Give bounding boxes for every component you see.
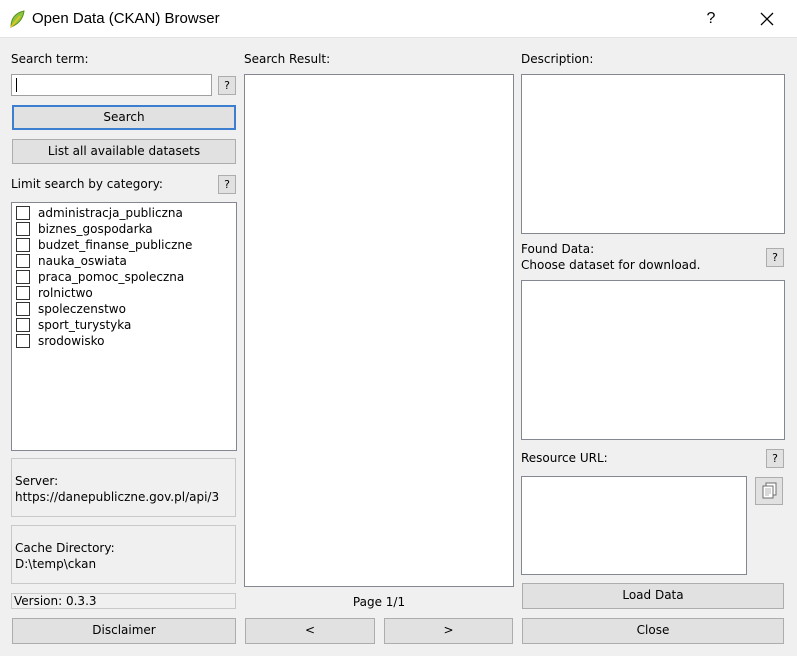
- cache-directory-group: Cache Directory: D:\temp\ckan: [11, 525, 236, 584]
- help-title-button[interactable]: ?: [700, 6, 722, 32]
- found-data-list[interactable]: [521, 280, 785, 440]
- category-checkbox[interactable]: [16, 254, 30, 268]
- category-item-label: spoleczenstwo: [38, 302, 126, 316]
- found-data-hint: Choose dataset for download.: [521, 258, 701, 272]
- category-help-button[interactable]: ?: [218, 175, 236, 194]
- found-data-label: Found Data:: [521, 242, 595, 256]
- category-checkbox[interactable]: [16, 318, 30, 332]
- category-label: Limit search by category:: [11, 177, 163, 191]
- previous-page-button[interactable]: <: [245, 618, 375, 644]
- category-checkbox[interactable]: [16, 238, 30, 252]
- window-title: Open Data (CKAN) Browser: [32, 10, 220, 27]
- category-item-label: rolnictwo: [38, 286, 93, 300]
- list-all-datasets-button[interactable]: List all available datasets: [12, 139, 236, 164]
- server-group: Server: https://danepubliczne.gov.pl/api…: [11, 458, 236, 517]
- search-result-list[interactable]: [244, 74, 514, 587]
- description-label: Description:: [521, 52, 594, 66]
- category-item-label: administracja_publiczna: [38, 206, 183, 220]
- search-result-label: Search Result:: [244, 52, 331, 66]
- category-checkbox[interactable]: [16, 270, 30, 284]
- cache-directory-label: Cache Directory:: [15, 541, 115, 555]
- category-item-label: nauka_oswiata: [38, 254, 127, 268]
- load-data-button[interactable]: Load Data: [522, 583, 784, 609]
- description-box[interactable]: [521, 74, 785, 234]
- title-bar: Open Data (CKAN) Browser ?: [0, 0, 797, 38]
- cache-directory-value: D:\temp\ckan: [15, 557, 97, 571]
- search-input[interactable]: [11, 74, 212, 96]
- category-item-label: biznes_gospodarka: [38, 222, 153, 236]
- category-item-label: srodowisko: [38, 334, 105, 348]
- version-label: Version: 0.3.3: [11, 593, 236, 609]
- close-window-icon[interactable]: [752, 4, 782, 34]
- disclaimer-button[interactable]: Disclaimer: [12, 618, 236, 644]
- category-checkbox[interactable]: [16, 334, 30, 348]
- copy-icon: [762, 482, 777, 499]
- page-indicator: Page 1/1: [352, 595, 406, 609]
- close-button[interactable]: Close: [522, 618, 784, 644]
- category-item-label: sport_turystyka: [38, 318, 132, 332]
- category-checkbox[interactable]: [16, 206, 30, 220]
- resource-url-help-button[interactable]: ?: [766, 449, 784, 468]
- resource-url-label: Resource URL:: [521, 451, 608, 465]
- category-checkbox[interactable]: [16, 302, 30, 316]
- copy-url-button[interactable]: [755, 477, 783, 505]
- server-value: https://danepubliczne.gov.pl/api/3: [15, 490, 220, 504]
- qgis-leaf-icon: [10, 10, 25, 28]
- category-checkbox[interactable]: [16, 286, 30, 300]
- next-page-button[interactable]: >: [384, 618, 513, 644]
- text-caret: [16, 78, 17, 92]
- category-checkbox[interactable]: [16, 222, 30, 236]
- server-label: Server:: [15, 474, 59, 488]
- category-item-label: praca_pomoc_spoleczna: [38, 270, 185, 284]
- resource-url-box[interactable]: [521, 476, 747, 575]
- category-list: administracja_publiczna biznes_gospodark…: [11, 202, 237, 451]
- category-item-label: budzet_finanse_publiczne: [38, 238, 193, 252]
- search-button[interactable]: Search: [12, 105, 236, 130]
- found-data-help-button[interactable]: ?: [766, 248, 784, 267]
- search-term-label: Search term:: [11, 52, 89, 66]
- search-help-button[interactable]: ?: [218, 76, 236, 95]
